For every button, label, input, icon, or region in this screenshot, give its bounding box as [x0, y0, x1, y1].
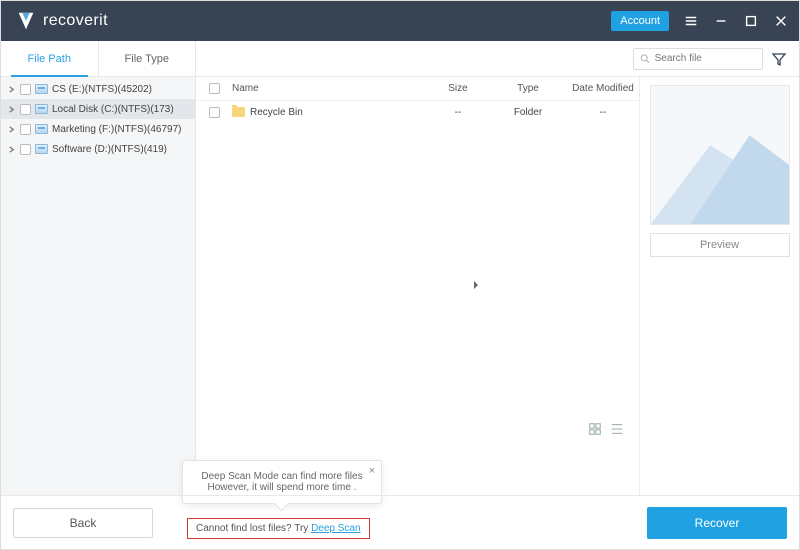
toolbar: File Path File Type: [1, 41, 799, 77]
checkbox[interactable]: [20, 144, 31, 155]
tree-label: Software (D:)(NTFS)(419): [52, 144, 167, 155]
tree-label: Local Disk (C:)(NTFS)(173): [52, 104, 174, 115]
folder-icon: [232, 107, 245, 117]
chevron-right-icon[interactable]: [7, 125, 16, 134]
file-name: Recycle Bin: [250, 107, 303, 118]
tree-item[interactable]: CS (E:)(NTFS)(45202): [1, 79, 195, 99]
col-name[interactable]: Name: [224, 83, 419, 94]
preview-collapse-handle[interactable]: [473, 277, 479, 295]
tab-file-path[interactable]: File Path: [1, 41, 99, 76]
list-header: Name Size Type Date Modified: [196, 77, 639, 101]
tab-label: File Path: [28, 53, 71, 65]
tree-item[interactable]: Local Disk (C:)(NTFS)(173): [1, 99, 195, 119]
tab-label: File Type: [125, 53, 169, 65]
minimize-icon[interactable]: [713, 13, 729, 29]
search-icon: [640, 53, 650, 64]
preview-button[interactable]: Preview: [650, 233, 790, 257]
list-view-icon[interactable]: [609, 421, 625, 437]
file-date: --: [559, 107, 639, 118]
footer: Back Cannot find lost files? Try Deep Sc…: [1, 495, 799, 549]
checkbox[interactable]: [20, 104, 31, 115]
chevron-right-icon[interactable]: [7, 145, 16, 154]
col-date[interactable]: Date Modified: [559, 83, 639, 94]
row-checkbox[interactable]: [209, 107, 220, 118]
menu-icon[interactable]: [683, 13, 699, 29]
close-icon[interactable]: [773, 13, 789, 29]
search-box[interactable]: [633, 48, 763, 70]
tree-item[interactable]: Software (D:)(NTFS)(419): [1, 139, 195, 159]
tooltip-line1: Deep Scan Mode can find more files: [197, 471, 367, 482]
col-size[interactable]: Size: [419, 83, 489, 94]
tooltip-line2: However, it will spend more time .: [197, 482, 367, 493]
drive-icon: [35, 84, 48, 94]
preview-thumbnail: [650, 85, 790, 225]
drive-icon: [35, 104, 48, 114]
file-type: Folder: [489, 107, 559, 118]
file-row[interactable]: Recycle Bin -- Folder --: [196, 101, 639, 123]
deep-scan-prefix: Cannot find lost files? Try: [196, 523, 311, 534]
chevron-right-icon[interactable]: [7, 85, 16, 94]
filter-icon[interactable]: [771, 51, 787, 67]
recover-button[interactable]: Recover: [647, 507, 787, 539]
tree-label: Marketing (F:)(NTFS)(46797): [52, 124, 181, 135]
app-logo: recoverit: [15, 10, 108, 32]
app-name: recoverit: [43, 12, 108, 30]
deep-scan-callout: Cannot find lost files? Try Deep Scan: [187, 518, 370, 539]
preview-panel: Preview: [639, 77, 799, 495]
sidebar: CS (E:)(NTFS)(45202) Local Disk (C:)(NTF…: [1, 77, 196, 495]
titlebar: recoverit Account: [1, 1, 799, 41]
search-input[interactable]: [655, 53, 756, 64]
file-list: Name Size Type Date Modified Recycle Bin…: [196, 77, 639, 495]
tooltip-close-icon[interactable]: ×: [369, 465, 375, 477]
maximize-icon[interactable]: [743, 13, 759, 29]
checkbox[interactable]: [20, 124, 31, 135]
drive-icon: [35, 144, 48, 154]
grid-view-icon[interactable]: [587, 421, 603, 437]
logo-icon: [15, 10, 37, 32]
tree-item[interactable]: Marketing (F:)(NTFS)(46797): [1, 119, 195, 139]
file-size: --: [419, 107, 489, 118]
chevron-right-icon[interactable]: [7, 105, 16, 114]
col-type[interactable]: Type: [489, 83, 559, 94]
back-button[interactable]: Back: [13, 508, 153, 538]
tab-file-type[interactable]: File Type: [99, 41, 197, 76]
checkbox[interactable]: [20, 84, 31, 95]
drive-icon: [35, 124, 48, 134]
account-button[interactable]: Account: [611, 11, 669, 31]
select-all-checkbox[interactable]: [209, 83, 220, 94]
tree-label: CS (E:)(NTFS)(45202): [52, 84, 152, 95]
deep-scan-link[interactable]: Deep Scan: [311, 523, 360, 534]
